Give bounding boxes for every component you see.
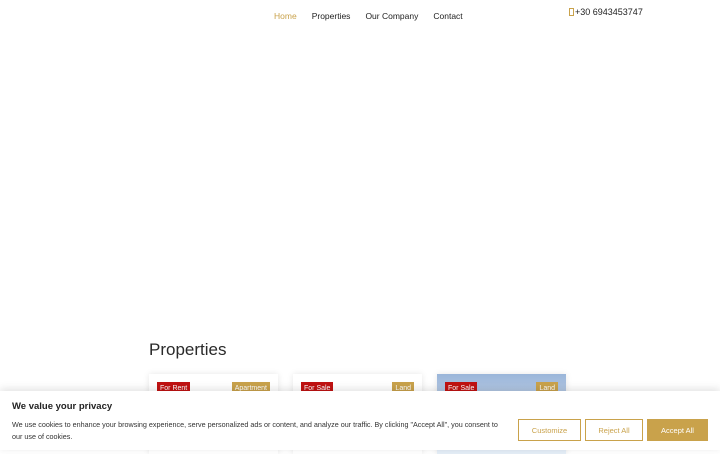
nav-link-contact[interactable]: Contact [433, 11, 462, 21]
nav-link-our-company[interactable]: Our Company [365, 11, 418, 21]
top-navigation: Home Properties Our Company Contact +30 … [0, 0, 720, 32]
phone-number[interactable]: +30 6943453747 [575, 7, 643, 17]
phone-icon [569, 8, 574, 16]
nav-link-properties[interactable]: Properties [312, 11, 351, 21]
reject-all-button[interactable]: Reject All [585, 419, 643, 441]
cookie-description: We use cookies to enhance your browsing … [12, 420, 498, 441]
nav-link-home[interactable]: Home [274, 11, 297, 21]
customize-button[interactable]: Customize [518, 419, 581, 441]
accept-all-button[interactable]: Accept All [647, 419, 708, 441]
cookie-title: We value your privacy [12, 401, 113, 412]
properties-section-title: Properties [149, 340, 227, 359]
nav-links: Home Properties Our Company Contact [274, 11, 478, 21]
phone-contact[interactable]: +30 6943453747 [569, 7, 643, 17]
cookie-consent-banner: We value your privacy We use cookies to … [0, 391, 720, 450]
